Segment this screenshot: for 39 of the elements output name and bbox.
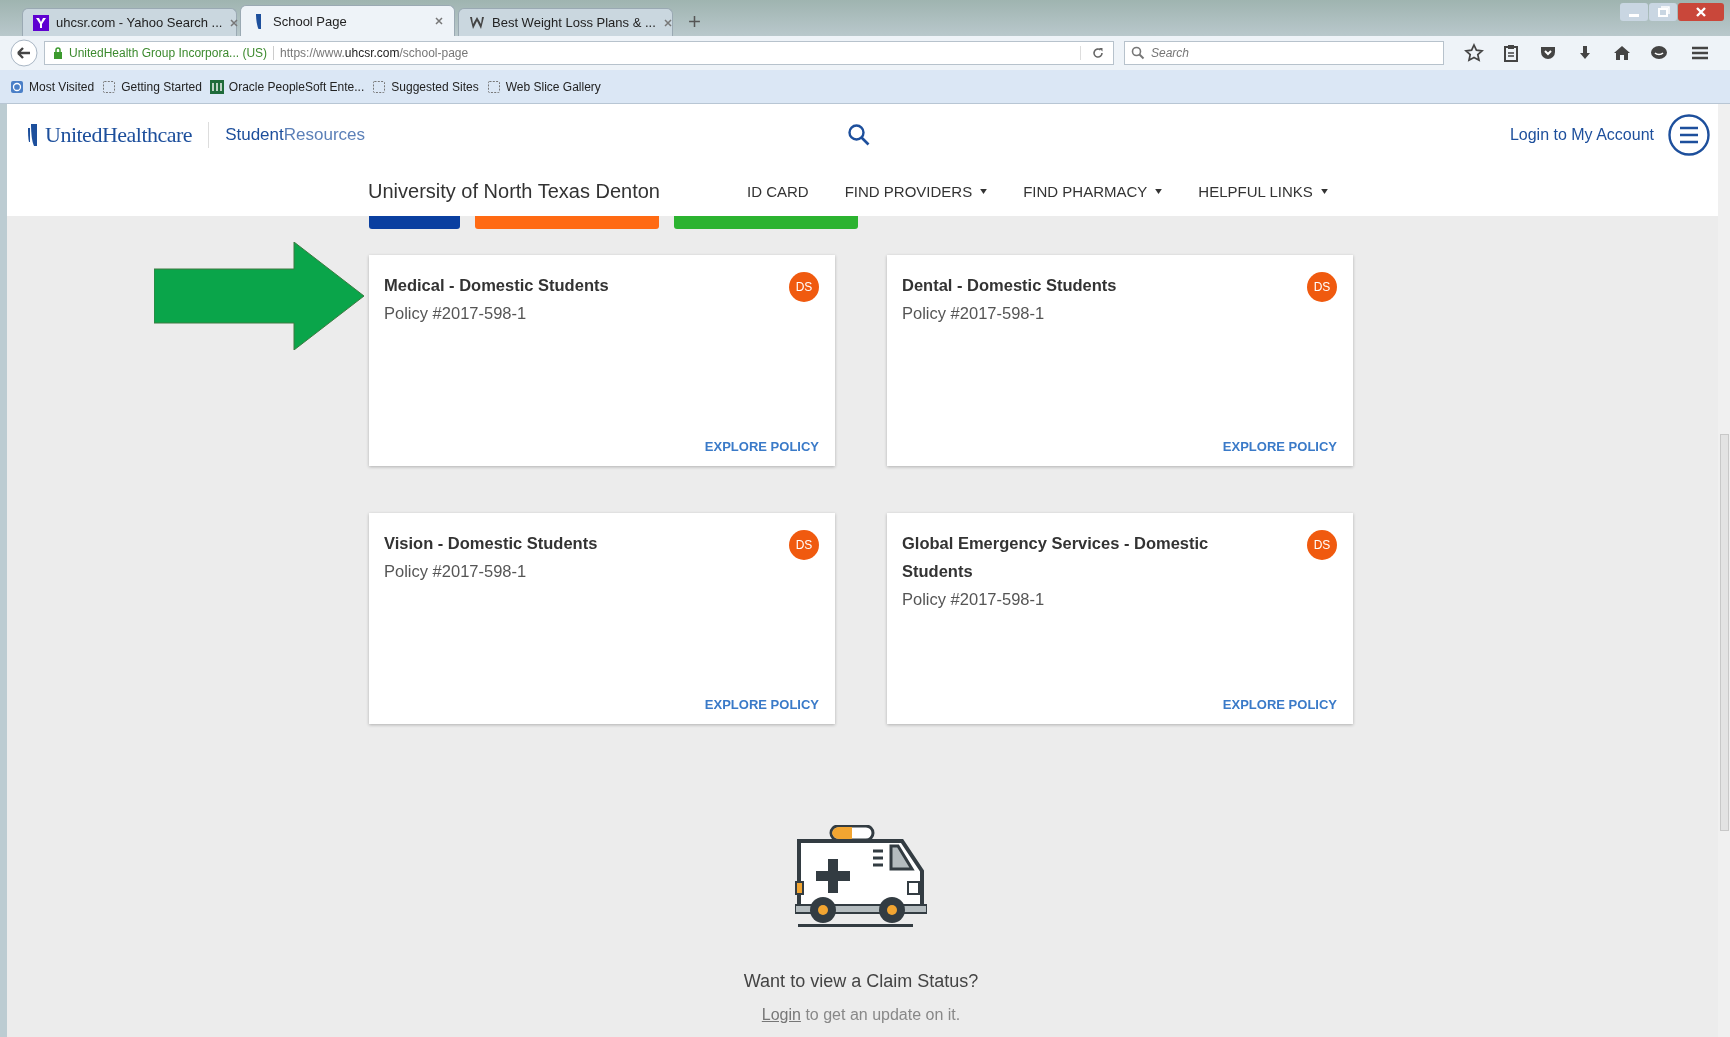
nav-link[interactable]: HELPFUL LINKS [1198,182,1328,200]
school-name: University of North Texas Denton [368,179,660,203]
bookmark-item[interactable]: Most Visited [10,79,95,94]
badge: DS [789,272,819,302]
bookmark-item[interactable]: Suggested Sites [372,79,479,94]
browser-tab[interactable]: Best Weight Loss Plans & ... [458,8,673,36]
explore-policy-link[interactable]: EXPLORE POLICY [704,697,819,712]
nav-link[interactable]: FIND PROVIDERS [844,182,988,200]
card-title: Global Emergency Services - Domestic Students [902,533,1210,582]
login-link[interactable]: Login [761,1006,801,1023]
bookmark-item[interactable]: Web Slice Gallery [486,79,601,94]
login-link[interactable]: Login to My Account [1509,126,1654,144]
site-name: StudentResources [225,125,365,145]
claim-heading: Want to view a Claim Status? [743,971,979,992]
badge: DS [1307,530,1337,560]
policy-number: Policy #2017-598-1 [384,303,528,324]
search-field[interactable]: Search [1124,41,1444,65]
badge: DS [1307,272,1337,302]
bookmark-item[interactable]: Oracle PeopleSoft Ente... [209,79,365,94]
nav-link[interactable]: ID CARD [747,182,809,200]
bookmark-item[interactable]: Getting Started [102,79,202,94]
browser-tab[interactable]: uhcsr.com - Yahoo Search ... [22,8,237,36]
policy-number: Policy #2017-598-1 [902,303,1046,324]
claim-hint: to get an update on it. [805,1006,961,1023]
browser-tab[interactable]: School Page [240,5,455,36]
address-field[interactable]: UnitedHealth Group Incorpora... (US) https://www.uhcsr.com/school-page [44,41,1114,65]
card-title: Dental - Domestic Students [902,275,1118,296]
url-text: https://www.uhcsr.com/school-page [280,46,469,60]
card-title: Vision - Domestic Students [384,533,599,554]
nav-link[interactable]: FIND PHARMACY [1023,182,1163,200]
explore-policy-link[interactable]: EXPLORE POLICY [1222,697,1337,712]
brand-name: UnitedHealthcare [45,122,193,148]
explore-policy-link[interactable]: EXPLORE POLICY [1222,439,1337,454]
badge: DS [789,530,819,560]
policy-number: Policy #2017-598-1 [902,589,1046,610]
policy-number: Policy #2017-598-1 [384,561,528,582]
site-identity: UnitedHealth Group Incorpora... (US) [69,46,275,60]
card-title: Medical - Domestic Students [384,275,610,296]
explore-policy-link[interactable]: EXPLORE POLICY [704,439,819,454]
